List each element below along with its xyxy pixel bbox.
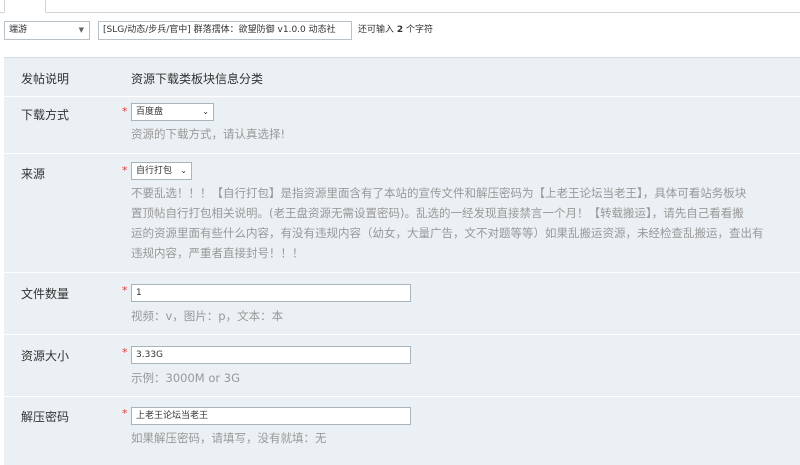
top-tab-bar bbox=[0, 0, 800, 13]
required-mark: * bbox=[122, 284, 128, 297]
source-label: 来源 bbox=[21, 167, 46, 181]
password-input[interactable]: 上老王论坛当老王 bbox=[131, 407, 411, 425]
source-hint-line-4: 违规内容，严重者直接封号！！！ bbox=[131, 246, 304, 260]
title-row: 端游 ▼ [SLG/动态/步兵/官中] 群落孺体：欲望防御 v1.0.0 动态社… bbox=[0, 20, 800, 42]
remaining-count: 2 bbox=[396, 25, 404, 35]
source-hint-line-1: 不要乱选！！！【自行打包】是指资源里面含有了本站的宣传文件和解压密码为【上老王论… bbox=[131, 186, 747, 200]
size-label: 资源大小 bbox=[21, 349, 70, 363]
download-method-label: 下载方式 bbox=[21, 108, 70, 122]
row-source: 来源 * 自行打包 ⌄ 不要乱选！！！【自行打包】是指资源里面含有了本站的宣传文… bbox=[4, 153, 800, 272]
required-mark: * bbox=[122, 346, 128, 359]
post-type-value: 端游 bbox=[9, 25, 28, 35]
post-form: 发帖说明 资源下载类板块信息分类 下载方式 * 百度盘 ⌄ 资源的下载方式，请认… bbox=[4, 57, 800, 465]
password-hint: 如果解压密码，请填写，没有就填：无 bbox=[131, 431, 327, 445]
notice-label: 发帖说明 bbox=[21, 72, 70, 86]
size-input[interactable]: 3.33G bbox=[131, 346, 411, 364]
download-method-select[interactable]: 百度盘 ⌄ bbox=[131, 103, 214, 121]
row-notice: 发帖说明 资源下载类板块信息分类 bbox=[4, 58, 800, 96]
file-count-hint: 视频：v，图片：p，文本：本 bbox=[131, 309, 284, 323]
source-hint-line-2: 置顶帖自行打包相关说明。(老王盘资源无需设置密码)。乱选的一经发现直接禁言一个月… bbox=[131, 206, 744, 220]
chevron-down-icon: ⌄ bbox=[180, 166, 187, 175]
file-count-label: 文件数量 bbox=[21, 287, 70, 301]
password-label: 解压密码 bbox=[21, 410, 70, 424]
source-hint-line-3: 运的资源里面有些什么内容，有没有违规内容（幼女，大量广告，文不对题等等）如果乱搬… bbox=[131, 226, 764, 240]
source-select[interactable]: 自行打包 ⌄ bbox=[131, 162, 192, 180]
required-mark: * bbox=[122, 164, 128, 177]
post-type-select[interactable]: 端游 ▼ bbox=[4, 21, 90, 40]
required-mark: * bbox=[122, 407, 128, 420]
row-size: 资源大小 * 3.33G 示例：3000M or 3G bbox=[4, 334, 800, 396]
download-method-hint: 资源的下载方式，请认真选择! bbox=[131, 127, 286, 141]
notice-text: 资源下载类板块信息分类 bbox=[131, 72, 264, 86]
required-mark: * bbox=[122, 105, 128, 118]
chevron-down-icon: ⌄ bbox=[202, 107, 209, 116]
chevron-down-icon: ▼ bbox=[78, 26, 84, 34]
size-hint: 示例：3000M or 3G bbox=[131, 371, 240, 385]
file-count-input[interactable]: 1 bbox=[131, 284, 411, 302]
remaining-chars: 还可输入 2 个字符 bbox=[358, 25, 434, 35]
download-method-value: 百度盘 bbox=[136, 107, 164, 117]
row-password: 解压密码 * 上老王论坛当老王 如果解压密码，请填写，没有就填：无 bbox=[4, 396, 800, 465]
post-title-input[interactable]: [SLG/动态/步兵/官中] 群落孺体：欲望防御 v1.0.0 动态社 bbox=[98, 21, 352, 40]
active-tab[interactable] bbox=[4, 0, 46, 13]
row-download-method: 下载方式 * 百度盘 ⌄ 资源的下载方式，请认真选择! bbox=[4, 96, 800, 153]
row-file-count: 文件数量 * 1 视频：v，图片：p，文本：本 bbox=[4, 272, 800, 334]
source-value: 自行打包 bbox=[136, 166, 173, 176]
